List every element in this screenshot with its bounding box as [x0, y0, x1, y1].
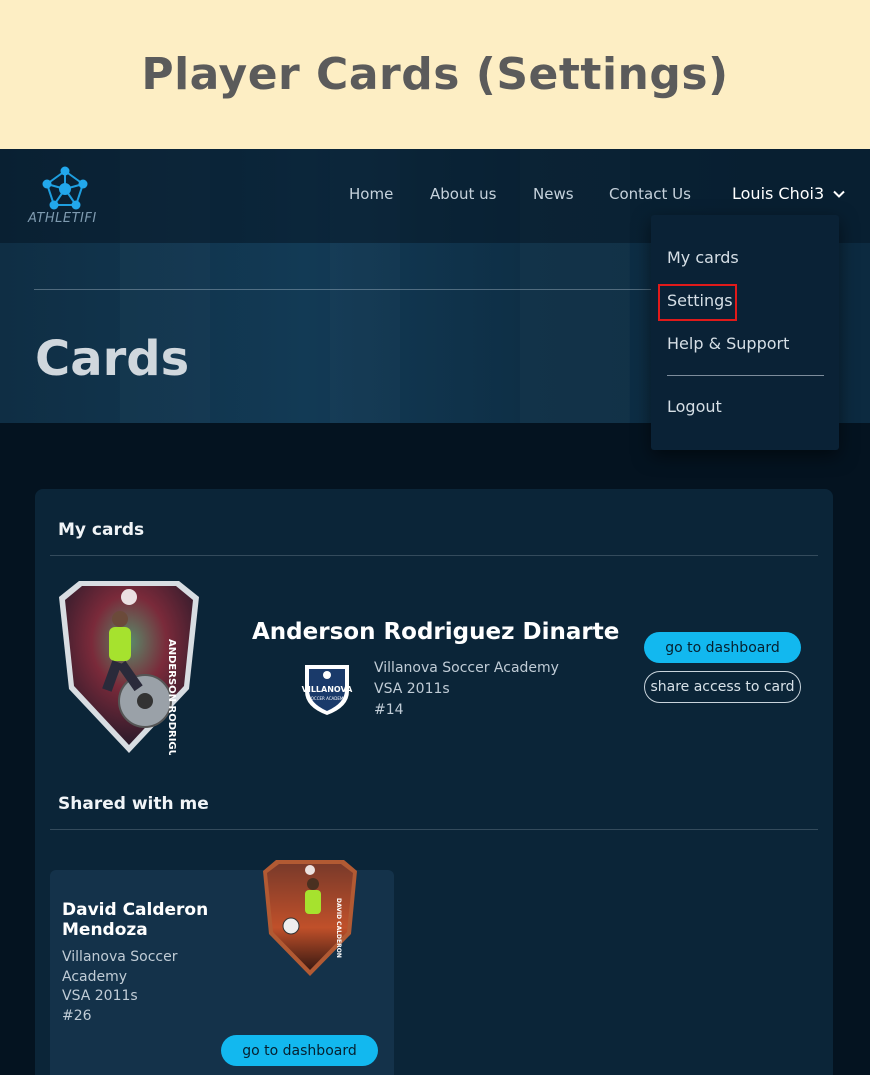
- menu-item-help-support[interactable]: Help & Support: [667, 334, 789, 353]
- settings-highlight-box: [658, 284, 737, 321]
- section-divider: [50, 829, 818, 830]
- team-name: VSA 2011s: [374, 681, 450, 697]
- shared-player-card-image[interactable]: DAVID CALDERON: [261, 858, 359, 978]
- athletifi-logo[interactable]: ATHLETIFI: [28, 163, 106, 229]
- share-access-button[interactable]: share access to card: [644, 671, 801, 703]
- club-name: Villanova Soccer Academy: [374, 660, 559, 676]
- svg-text:VILLANOVA: VILLANOVA: [302, 685, 353, 694]
- shared-team-name: VSA 2011s: [62, 988, 138, 1004]
- shared-with-me-heading: Shared with me: [58, 794, 209, 814]
- logo-wordmark: ATHLETIFI: [28, 211, 97, 226]
- my-cards-heading: My cards: [58, 520, 145, 540]
- chevron-down-icon: [833, 190, 845, 198]
- menu-item-my-cards[interactable]: My cards: [667, 248, 739, 267]
- card-surname-text: ANDERSON RODRIGUEZ: [166, 639, 177, 755]
- banner-title: Player Cards (Settings): [141, 49, 729, 100]
- player-number: #14: [374, 702, 404, 718]
- user-dropdown-menu: My cards Settings Help & Support Logout: [651, 215, 839, 450]
- shared-go-to-dashboard-button[interactable]: go to dashboard: [221, 1035, 378, 1066]
- shared-player-number: #26: [62, 1008, 92, 1024]
- cards-panel: My cards ANDERSON RODRIGUEZ Anderson Rod…: [35, 489, 833, 1075]
- shared-card-surname-text: DAVID CALDERON: [335, 898, 342, 958]
- villanova-club-logo: VILLANOVA SOCCER ACADEMY: [302, 665, 353, 715]
- nav-about-us[interactable]: About us: [430, 185, 496, 203]
- nav-contact-us[interactable]: Contact Us: [609, 185, 691, 203]
- shared-card: David Calderon Mendoza Villanova Soccer …: [50, 860, 394, 1075]
- go-to-dashboard-button[interactable]: go to dashboard: [644, 632, 801, 663]
- shared-club-line1: Villanova Soccer: [62, 949, 178, 965]
- network-logo-icon: [42, 166, 88, 210]
- page-title: Cards: [35, 331, 190, 387]
- shared-club-line2: Academy: [62, 969, 128, 985]
- section-divider: [50, 555, 818, 556]
- user-menu-toggle[interactable]: Louis Choi3: [732, 184, 846, 203]
- nav-home[interactable]: Home: [349, 185, 393, 203]
- menu-divider: [667, 375, 824, 376]
- shared-player-name: David Calderon Mendoza: [62, 900, 209, 940]
- player-name: Anderson Rodriguez Dinarte: [252, 619, 620, 645]
- nav-news[interactable]: News: [533, 185, 574, 203]
- title-banner: Player Cards (Settings): [0, 0, 870, 149]
- svg-text:SOCCER ACADEMY: SOCCER ACADEMY: [308, 696, 346, 701]
- user-name: Louis Choi3: [732, 184, 825, 203]
- player-card-image[interactable]: ANDERSON RODRIGUEZ: [57, 579, 201, 755]
- menu-item-logout[interactable]: Logout: [667, 397, 722, 416]
